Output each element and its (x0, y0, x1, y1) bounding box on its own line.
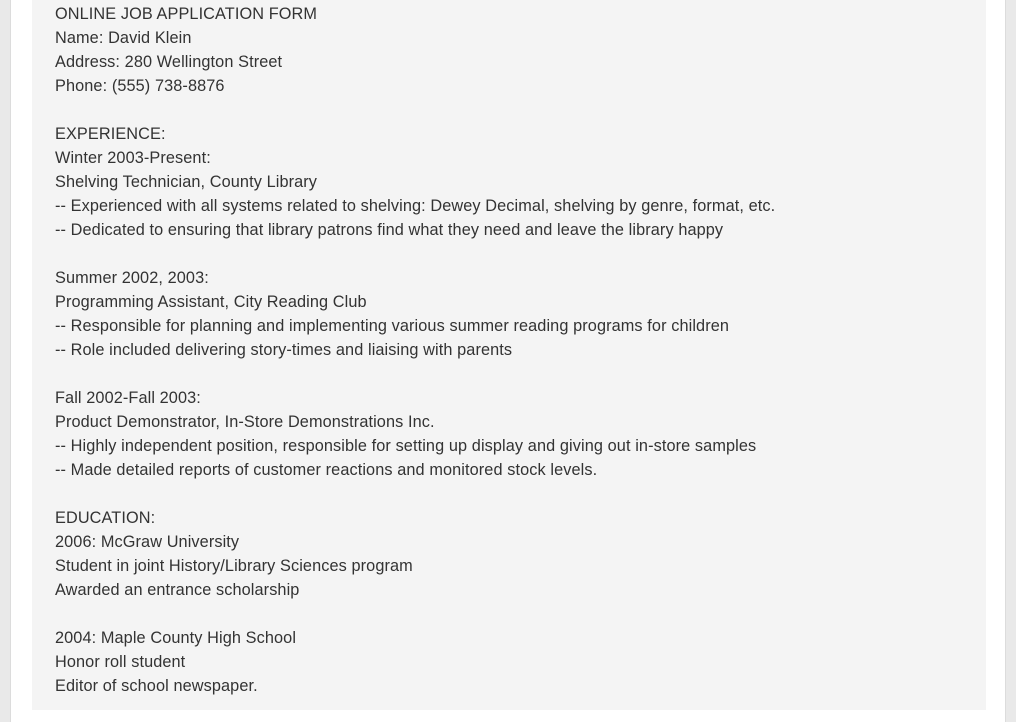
job-bullet: -- Highly independent position, responsi… (55, 437, 757, 455)
page-container: ONLINE JOB APPLICATION FORM Name: David … (10, 0, 1006, 722)
job-bullet: -- Dedicated to ensuring that library pa… (55, 221, 724, 239)
job-period: Summer 2002, 2003: (55, 269, 209, 287)
education-heading: EDUCATION: (55, 509, 156, 527)
job-period: Winter 2003-Present: (55, 149, 211, 167)
school-detail: Editor of school newspaper. (55, 677, 258, 695)
job-period: Fall 2002-Fall 2003: (55, 389, 201, 407)
applicant-phone: Phone: (555) 738-8876 (55, 77, 225, 95)
school-title: 2006: McGraw University (55, 533, 240, 551)
school-detail: Honor roll student (55, 653, 186, 671)
job-role: Product Demonstrator, In-Store Demonstra… (55, 413, 435, 431)
applicant-name: Name: David Klein (55, 29, 192, 47)
school-title: 2004: Maple County High School (55, 629, 297, 647)
job-bullet: -- Made detailed reports of customer rea… (55, 461, 598, 479)
job-bullet: -- Role included delivering story-times … (55, 341, 513, 359)
job-role: Programming Assistant, City Reading Club (55, 293, 367, 311)
form-title: ONLINE JOB APPLICATION FORM (55, 5, 318, 23)
school-detail: Student in joint History/Library Science… (55, 557, 413, 575)
job-bullet: -- Responsible for planning and implemen… (55, 317, 730, 335)
school-detail: Awarded an entrance scholarship (55, 581, 300, 599)
application-form-text: ONLINE JOB APPLICATION FORM Name: David … (32, 0, 986, 710)
applicant-address: Address: 280 Wellington Street (55, 53, 283, 71)
job-bullet: -- Experienced with all systems related … (55, 197, 776, 215)
job-role: Shelving Technician, County Library (55, 173, 318, 191)
experience-heading: EXPERIENCE: (55, 125, 166, 143)
